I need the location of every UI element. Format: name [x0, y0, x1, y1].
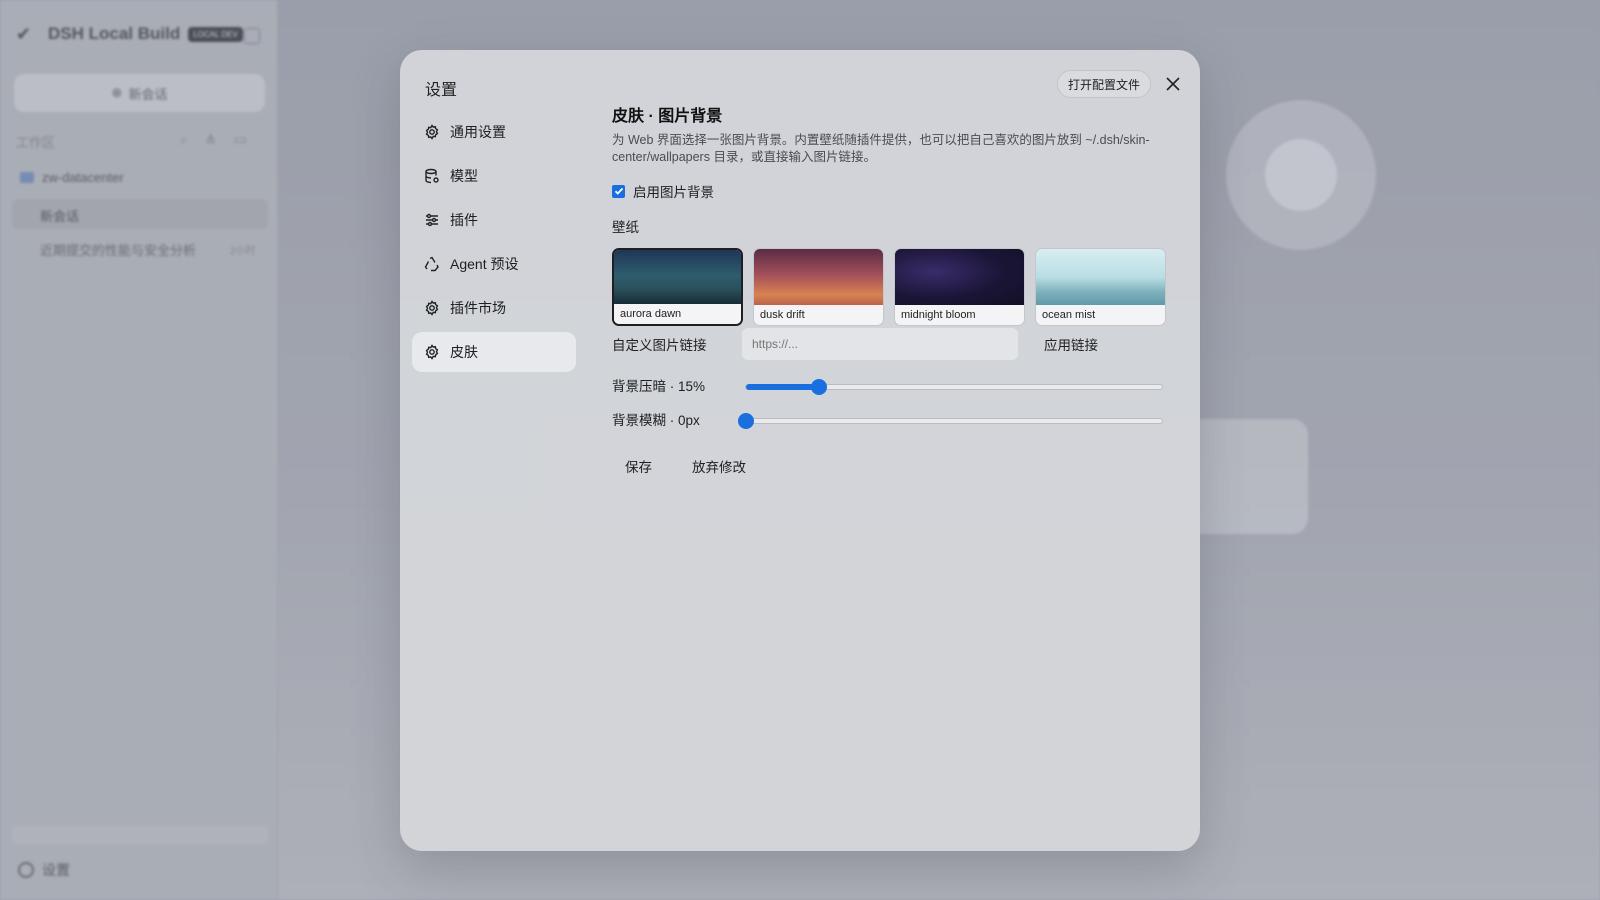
nav-label: 插件	[450, 212, 478, 228]
nav-label: 皮肤	[450, 344, 478, 360]
sliders-icon	[426, 213, 438, 227]
nav-item-plugins[interactable]: 插件	[412, 200, 576, 240]
skin-settings: 皮肤 · 图片背景 为 Web 界面选择一张图片背景。内置壁纸随插件提供，也可以…	[612, 102, 1172, 475]
close-icon[interactable]	[1163, 74, 1183, 94]
gear-icon	[425, 124, 439, 140]
nav-item-general[interactable]: 通用设置	[412, 112, 576, 152]
blur-label: 背景模糊 · 0px	[612, 413, 700, 428]
wallpaper-thumbnail	[614, 250, 741, 307]
slider-fill	[746, 384, 820, 390]
open-config-button[interactable]: 打开配置文件	[1057, 70, 1151, 98]
wallpaper-midnight-bloom[interactable]: midnight bloom	[894, 248, 1025, 326]
wallpaper-dusk-drift[interactable]: dusk drift	[753, 248, 884, 326]
nav-label: 模型	[450, 168, 478, 184]
enable-background-checkbox[interactable]	[612, 184, 625, 198]
wallpaper-label: 壁纸	[612, 220, 639, 235]
blur-slider[interactable]	[738, 413, 1163, 429]
wallpaper-name: dusk drift	[754, 305, 883, 325]
section-description: 为 Web 界面选择一张图片背景。内置壁纸随插件提供，也可以把自己喜欢的图片放到…	[612, 133, 1150, 164]
gear-icon	[425, 300, 439, 316]
custom-url-label: 自定义图片链接	[612, 338, 707, 353]
slider-thumb[interactable]	[811, 379, 828, 395]
settings-modal: 设置 通用设置 模型 插件 Agent 预设 插件市场 皮肤 打开配置文件 皮肤…	[400, 50, 1200, 851]
section-title: 皮肤 · 图片背景	[612, 108, 723, 125]
nav-item-model[interactable]: 模型	[412, 156, 576, 196]
nav-label: 插件市场	[450, 300, 506, 316]
wallpaper-thumbnail	[895, 249, 1024, 306]
enable-background-row: 启用图片背景	[612, 181, 1172, 201]
discard-button[interactable]: 放弃修改	[692, 456, 746, 476]
recycle-icon	[424, 256, 439, 272]
wallpaper-ocean-mist[interactable]: ocean mist	[1035, 248, 1166, 326]
nav-item-plugin-market[interactable]: 插件市场	[412, 288, 576, 328]
modal-title: 设置	[425, 82, 458, 99]
wallpaper-thumbnail	[1036, 249, 1165, 306]
wallpaper-name: ocean mist	[1036, 305, 1165, 325]
gear-icon	[425, 344, 439, 360]
wallpaper-thumbnail	[754, 249, 883, 306]
check-icon	[614, 187, 623, 195]
nav-item-skin[interactable]: 皮肤	[412, 332, 576, 372]
database-icon	[425, 168, 439, 184]
nav-item-agent-presets[interactable]: Agent 预设	[412, 244, 576, 284]
slider-thumb[interactable]	[738, 413, 754, 429]
wallpaper-grid: aurora dawn dusk drift midnight bloom oc…	[612, 248, 1172, 326]
apply-url-button[interactable]: 应用链接	[1044, 334, 1098, 354]
nav-label: 通用设置	[450, 124, 506, 140]
dim-label: 背景压暗 · 15%	[612, 379, 706, 394]
save-button[interactable]: 保存	[625, 456, 652, 476]
wallpaper-aurora-dawn[interactable]: aurora dawn	[612, 248, 743, 326]
wallpaper-name: midnight bloom	[895, 305, 1024, 325]
enable-background-label[interactable]: 启用图片背景	[633, 181, 714, 201]
dim-slider[interactable]	[745, 379, 1163, 395]
settings-nav: 通用设置 模型 插件 Agent 预设 插件市场 皮肤	[412, 112, 576, 376]
nav-label: Agent 预设	[450, 256, 519, 272]
custom-url-input[interactable]	[742, 328, 1018, 360]
wallpaper-name: aurora dawn	[614, 304, 741, 324]
